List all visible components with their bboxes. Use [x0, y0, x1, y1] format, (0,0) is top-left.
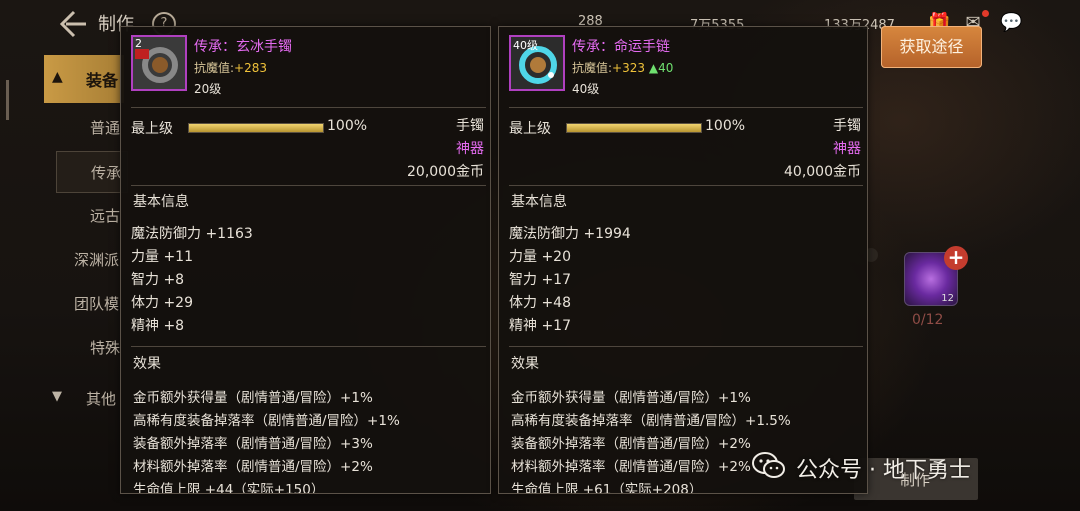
resist-line: 抗魔值:+323 ▲40	[572, 59, 673, 76]
rarity-label: 神器	[456, 141, 484, 157]
item-level-tag: 2	[135, 37, 142, 50]
durability-percent: 100%	[327, 118, 368, 134]
equip-slot: 手镯	[456, 118, 484, 134]
basic-info-title: 基本信息	[133, 194, 189, 210]
chevron-up-icon: ▲	[52, 69, 63, 85]
divider	[509, 107, 863, 108]
required-level: 20级	[194, 82, 222, 96]
sidebar-item-label: 普通	[90, 119, 121, 137]
item-name: 传承：命运手链	[572, 39, 670, 55]
effect-line: 材料额外掉落率（剧情普通/冒险）+2%	[511, 459, 751, 475]
material-count: 0/12	[912, 312, 944, 328]
divider	[509, 346, 863, 347]
basic-info-title: 基本信息	[511, 194, 567, 210]
effect-line: 金币额外获得量（剧情普通/冒险）+1%	[511, 390, 751, 406]
sidebar-item-label: 特殊	[90, 339, 121, 357]
effect-title: 效果	[133, 356, 161, 372]
effect-title: 效果	[511, 356, 539, 372]
durability-bar-fill	[189, 124, 323, 132]
watermark-text: 公众号 · 地下勇士	[796, 458, 971, 483]
sidebar-item-normal[interactable]: 普通	[56, 107, 126, 147]
sidebar-item-inherit[interactable]: 传承	[56, 151, 128, 193]
resist-line: 抗魔值:+283	[194, 59, 267, 76]
effect-line: 装备额外掉落率（剧情普通/冒险）+2%	[511, 436, 751, 452]
effect-line: 金币额外获得量（剧情普通/冒险）+1%	[133, 390, 373, 406]
stat-line: 智力 +17	[509, 272, 571, 288]
chain-bracelet-item-icon: 40级	[509, 35, 565, 91]
effect-line: 生命值上限 +44（实际+150）	[133, 482, 325, 493]
category-other[interactable]: ▼ 其他	[44, 384, 124, 414]
divider	[131, 185, 486, 186]
stat-line: 智力 +8	[131, 272, 185, 288]
get-source-button[interactable]: 获取途径	[881, 26, 982, 68]
item-name: 传承：玄冰手镯	[194, 39, 292, 55]
sell-price: 40,000金币	[784, 164, 861, 180]
bracelet-item-icon: 2	[131, 35, 187, 91]
effect-line: 装备额外掉落率（剧情普通/冒险）+3%	[133, 436, 373, 452]
stat-line: 力量 +11	[131, 249, 193, 265]
stat-line: 魔法防御力 +1994	[509, 226, 631, 242]
divider	[131, 346, 486, 347]
back-arrow-icon[interactable]	[56, 8, 90, 40]
sidebar-item-raid[interactable]: 团队模	[40, 283, 119, 323]
stat-line: 体力 +29	[131, 295, 193, 311]
sidebar-item-label: 传承	[91, 164, 122, 182]
material-stack-count: 12	[941, 293, 954, 304]
chat-icon[interactable]: 💬	[1000, 12, 1022, 34]
durability-bar-fill	[567, 124, 701, 132]
effect-line: 高稀有度装备掉落率（剧情普通/冒险）+1%	[133, 413, 400, 429]
chevron-down-icon: ▼	[52, 389, 62, 404]
item-tooltip-left: 2 传承：玄冰手镯 抗魔值:+283 20级 最上级 100% 手镯 神器 20…	[120, 26, 491, 494]
add-material-button[interactable]: +	[944, 246, 968, 270]
effect-line: 材料额外掉落率（剧情普通/冒险）+2%	[133, 459, 373, 475]
durability-label: 最上级	[509, 121, 551, 137]
sidebar-item-label: 深渊派	[74, 251, 120, 269]
sidebar-item-special[interactable]: 特殊	[56, 327, 126, 367]
effect-line: 生命值上限 +61（实际+208）	[511, 482, 703, 493]
required-level: 40级	[572, 82, 600, 96]
sidebar-item-label: 远古	[90, 207, 121, 225]
divider	[131, 107, 486, 108]
category-other-label: 其他	[86, 390, 117, 408]
category-equipment-label: 装备	[86, 71, 119, 90]
resist-label: 抗魔值:	[572, 61, 613, 75]
sidebar-item-abyss[interactable]: 深渊派	[40, 239, 119, 279]
stat-line: 魔法防御力 +1163	[131, 226, 253, 242]
durability-percent: 100%	[705, 118, 746, 134]
watermark: 公众号 · 地下勇士	[752, 448, 1052, 488]
sidebar-item-label: 团队模	[74, 295, 120, 313]
resist-increase: ▲40	[648, 61, 674, 75]
durability-label: 最上级	[131, 121, 173, 137]
effect-line: 高稀有度装备掉落率（剧情普通/冒险）+1.5%	[511, 413, 791, 429]
stat-line: 力量 +20	[509, 249, 571, 265]
stat-line: 精神 +8	[131, 318, 185, 334]
resist-value: +323	[612, 61, 646, 75]
notification-dot	[982, 10, 989, 17]
sidebar-item-ancient[interactable]: 远古	[56, 195, 126, 235]
wechat-icon	[752, 452, 786, 480]
sidebar-scroll-indicator	[6, 80, 9, 120]
durability-bar	[188, 123, 324, 133]
rarity-label: 神器	[833, 141, 861, 157]
item-level-tag: 40级	[513, 39, 538, 52]
category-equipment[interactable]: ▲ 装备	[44, 55, 124, 103]
divider	[509, 185, 863, 186]
sell-price: 20,000金币	[407, 164, 484, 180]
stat-line: 精神 +17	[509, 318, 571, 334]
resist-value: +283	[234, 61, 268, 75]
durability-bar	[566, 123, 702, 133]
resist-label: 抗魔值:	[194, 61, 235, 75]
item-tooltip-right: 40级 传承：命运手链 抗魔值:+323 ▲40 40级 最上级 100% 手镯…	[498, 26, 868, 494]
stat-line: 体力 +48	[509, 295, 571, 311]
equip-slot: 手镯	[833, 118, 861, 134]
